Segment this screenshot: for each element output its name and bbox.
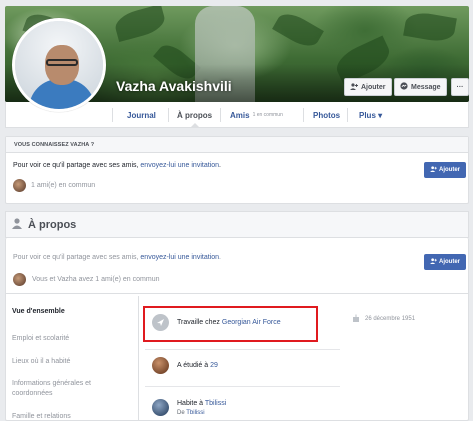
- sidebar-item-places[interactable]: Lieux où il a habité: [12, 357, 70, 367]
- add-friend-icon: [350, 82, 358, 92]
- sidebar-item-overview[interactable]: Vue d'ensemble: [12, 307, 65, 317]
- profile-page: Vazha Avakishvili Ajouter Message ··· Jo…: [0, 0, 473, 421]
- tab-friends-label: Amis: [230, 110, 250, 120]
- add-friend-button-card[interactable]: Ajouter: [424, 162, 466, 178]
- birthday-cake-icon: [352, 314, 360, 324]
- school-photo-icon[interactable]: [152, 357, 169, 374]
- add-friend-label: Ajouter: [361, 83, 386, 91]
- profile-name[interactable]: Vazha Avakishvili: [116, 78, 232, 94]
- know-card-text: Pour voir ce qu'il partage avec ses amis…: [13, 162, 221, 169]
- study-entry: A étudié à 29: [152, 357, 218, 374]
- mutual-friend-avatar: [13, 273, 26, 286]
- add-friend-icon: [430, 258, 437, 266]
- city-photo-icon[interactable]: [152, 399, 169, 416]
- tab-journal[interactable]: Journal: [127, 102, 156, 128]
- message-button[interactable]: Message: [394, 78, 447, 96]
- profile-picture[interactable]: [12, 18, 106, 112]
- tab-about[interactable]: À propos: [177, 102, 212, 128]
- mutual-friend-avatar: [13, 179, 26, 192]
- sidebar-item-work-education[interactable]: Emploi et scolarité: [12, 334, 69, 344]
- about-invite-text: Pour voir ce qu'il partage avec ses amis…: [13, 254, 221, 261]
- tab-friends[interactable]: Amis 1 en commun: [230, 102, 283, 128]
- lives-prefix: Habite à: [177, 400, 205, 407]
- tab-about-label: À propos: [177, 110, 213, 120]
- lives-entry: Habite à Tbilissi De Tbilissi: [152, 399, 226, 418]
- person-icon: [12, 217, 22, 232]
- message-label: Message: [411, 83, 441, 91]
- add-friend-button-about[interactable]: Ajouter: [424, 254, 466, 270]
- about-mutual-row[interactable]: Vous et Vazha avez 1 ami(e) en commun: [13, 273, 160, 286]
- birthday-date: 26 décembre 1951: [365, 316, 416, 322]
- more-options-button[interactable]: ···: [451, 78, 469, 96]
- messenger-icon: [400, 82, 408, 92]
- birthday-entry: 26 décembre 1951: [352, 314, 415, 324]
- send-invitation-link-about[interactable]: envoyez-lui une invitation: [140, 254, 219, 261]
- highlight-annotation: [143, 306, 318, 342]
- lives-link[interactable]: Tbilissi: [205, 400, 226, 407]
- content-divider: [138, 296, 139, 421]
- from-prefix: De: [177, 410, 187, 416]
- mutual-friends-row[interactable]: 1 ami(e) en commun: [13, 179, 95, 192]
- know-person-card: VOUS CONNAISSEZ VAZHA ? Pour voir ce qu'…: [5, 136, 469, 204]
- tab-photos[interactable]: Photos: [313, 102, 340, 128]
- add-friend-button[interactable]: Ajouter: [344, 78, 392, 96]
- sidebar-item-family[interactable]: Famille et relations: [12, 412, 71, 421]
- mutual-friends-count: 1 ami(e) en commun: [31, 182, 96, 189]
- study-prefix: A étudié à: [177, 362, 211, 369]
- add-friend-icon: [430, 166, 437, 174]
- from-link[interactable]: Tbilissi: [186, 410, 204, 416]
- send-invitation-link[interactable]: envoyez-lui une invitation: [140, 162, 219, 169]
- about-title: À propos: [28, 218, 77, 231]
- study-link[interactable]: 29: [210, 362, 218, 369]
- tab-friends-mutual: 1 en commun: [252, 112, 283, 118]
- sidebar-item-contact-info[interactable]: Informations générales et coordonnées: [12, 379, 122, 399]
- tab-more[interactable]: Plus ▾: [359, 102, 382, 128]
- about-mutual-text: Vous et Vazha avez 1 ami(e) en commun: [32, 276, 160, 283]
- know-card-header: VOUS CONNAISSEZ VAZHA ?: [6, 137, 468, 153]
- about-section-header: À propos: [5, 211, 469, 238]
